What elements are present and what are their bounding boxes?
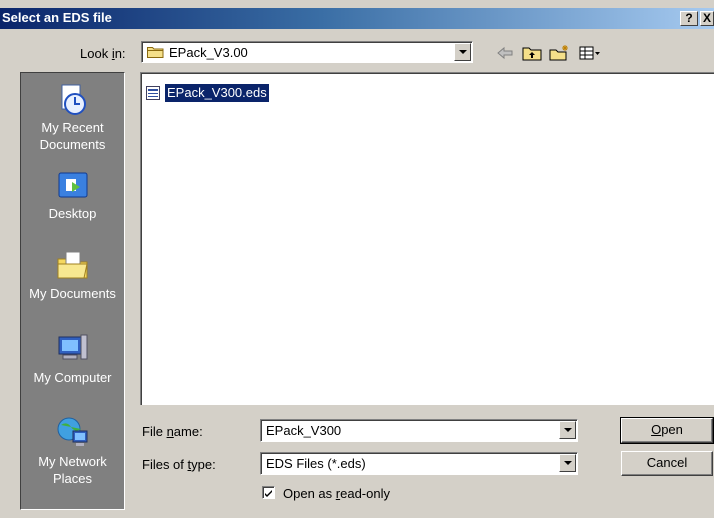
- file-name-dropdown-button[interactable]: [559, 421, 576, 439]
- file-name-label-post: ame:: [173, 424, 203, 439]
- file-type-label-post: ype:: [191, 457, 216, 472]
- look-in-dropdown-button[interactable]: [454, 43, 471, 61]
- look-in-label: Look in:: [80, 46, 126, 61]
- read-only-label[interactable]: Open as read-only: [283, 486, 390, 501]
- place-label: My Computer: [33, 370, 112, 385]
- help-button[interactable]: ?: [680, 11, 698, 26]
- place-label: My Recent: [41, 120, 104, 135]
- file-name-value: EPack_V300: [266, 423, 342, 438]
- place-label: My Documents: [29, 286, 116, 301]
- desktop-icon: [58, 172, 87, 198]
- place-label: My Network: [38, 454, 107, 469]
- file-type-label: Files of type:: [142, 457, 216, 472]
- my-computer-icon: [58, 334, 87, 360]
- file-name-label-access: n: [166, 424, 174, 439]
- place-my-documents[interactable]: My Documents: [21, 247, 124, 302]
- place-label-2: Places: [52, 471, 93, 486]
- read-only-label-post: ead-only: [340, 486, 390, 501]
- up-folder-icon[interactable]: [521, 44, 543, 62]
- place-recent-documents[interactable]: My Recent Documents: [21, 83, 124, 153]
- look-in-label-post: n:: [114, 46, 126, 61]
- close-button[interactable]: X: [700, 11, 714, 26]
- open-button-rest: pen: [661, 422, 683, 437]
- file-name-label: File name:: [142, 424, 203, 439]
- file-type-dropdown[interactable]: EDS Files (*.eds): [260, 452, 578, 475]
- checkmark-icon: [265, 490, 272, 497]
- open-button[interactable]: Open: [620, 417, 714, 444]
- recent-documents-icon: [61, 84, 86, 115]
- file-type-label-pre: Files of: [142, 457, 188, 472]
- place-desktop[interactable]: Desktop: [21, 169, 124, 222]
- file-name-input[interactable]: EPack_V300: [260, 419, 578, 442]
- my-documents-icon: [57, 251, 88, 279]
- place-my-network-places[interactable]: My Network Places: [21, 415, 124, 487]
- file-open-dialog: Select an EDS file ? X Look in: EPack_V3…: [0, 0, 714, 518]
- place-label-2: Documents: [39, 137, 106, 152]
- file-type-value: EDS Files (*.eds): [266, 456, 366, 471]
- back-arrow-icon[interactable]: [494, 44, 516, 62]
- file-list-view[interactable]: EPack_V300.eds: [140, 72, 714, 405]
- places-bar: My Recent Documents Desktop My Documents: [20, 72, 125, 510]
- eds-file-icon: [146, 86, 160, 100]
- read-only-label-pre: Open as: [283, 486, 336, 501]
- file-name-label: EPack_V300.eds: [164, 83, 270, 103]
- read-only-checkbox[interactable]: [262, 486, 275, 499]
- new-folder-icon[interactable]: [548, 44, 570, 62]
- title-bar[interactable]: Select an EDS file ? X: [0, 8, 714, 29]
- network-places-icon: [57, 417, 87, 446]
- folder-icon: [147, 47, 164, 58]
- look-in-label-pre: Look: [80, 46, 112, 61]
- file-type-dropdown-button[interactable]: [559, 454, 576, 472]
- look-in-value: EPack_V3.00: [169, 45, 248, 60]
- place-my-computer[interactable]: My Computer: [21, 331, 124, 386]
- open-button-access: O: [651, 422, 662, 437]
- view-menu-icon[interactable]: [578, 44, 600, 62]
- file-name-label-pre: File: [142, 424, 167, 439]
- window-title: Select an EDS file: [2, 10, 112, 25]
- cancel-button[interactable]: Cancel: [621, 451, 713, 476]
- place-label: Desktop: [48, 206, 97, 221]
- look-in-dropdown[interactable]: EPack_V3.00: [141, 41, 473, 63]
